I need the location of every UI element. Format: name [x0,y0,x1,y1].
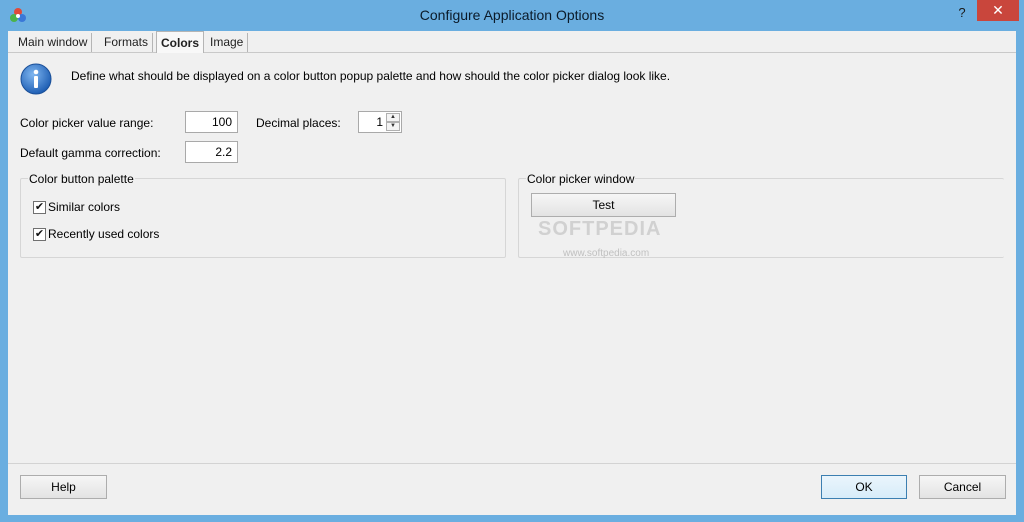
recently-used-colors-label[interactable]: Recently used colors [48,227,159,241]
decimal-places-value[interactable]: 1 [363,112,383,132]
softpedia-watermark: SOFTPEDIA [538,218,662,240]
test-button[interactable]: Test [531,193,676,217]
palette-group-title: Color button palette [28,172,135,186]
info-icon [20,63,52,95]
similar-colors-label[interactable]: Similar colors [48,200,120,214]
tab-formats[interactable]: Formats [100,33,154,52]
close-button[interactable]: ✕ [977,0,1019,21]
tab-strip: Main window Formats Colors Image [8,31,1016,53]
help-caption-button[interactable]: ? [950,3,974,23]
decimal-places-label: Decimal places: [256,116,341,130]
title-bar[interactable]: Configure Application Options ? ✕ [0,0,1024,31]
footer-divider [8,463,1016,464]
recently-used-colors-checkbox[interactable]: ✔ [33,228,46,241]
window-title: Configure Application Options [419,7,605,23]
ok-button[interactable]: OK [821,475,907,499]
tab-colors[interactable]: Colors [156,31,205,53]
softpedia-watermark-url: www.softpedia.com [563,248,650,259]
gamma-correction-input[interactable]: 2.2 [185,141,238,163]
info-description: Define what should be displayed on a col… [71,69,671,83]
spin-down-arrow-icon[interactable]: ▼ [386,122,400,131]
value-range-input[interactable]: 100 [185,111,238,133]
cancel-button[interactable]: Cancel [919,475,1006,499]
gamma-correction-label: Default gamma correction: [20,146,161,160]
picker-group-title: Color picker window [526,172,636,186]
application-window: Configure Application Options ? ✕ Main w… [0,0,1024,522]
value-range-label: Color picker value range: [20,116,154,130]
dialog-client-area: Main window Formats Colors Image Define … [8,31,1016,515]
tab-image[interactable]: Image [206,33,249,52]
tab-main-window[interactable]: Main window [14,33,93,52]
similar-colors-checkbox[interactable]: ✔ [33,201,46,214]
color-button-palette-group [20,178,506,258]
help-button[interactable]: Help [20,475,107,499]
spin-up-arrow-icon[interactable]: ▲ [386,113,400,122]
decimal-places-spinner[interactable]: 1 ▲ ▼ [358,111,402,133]
